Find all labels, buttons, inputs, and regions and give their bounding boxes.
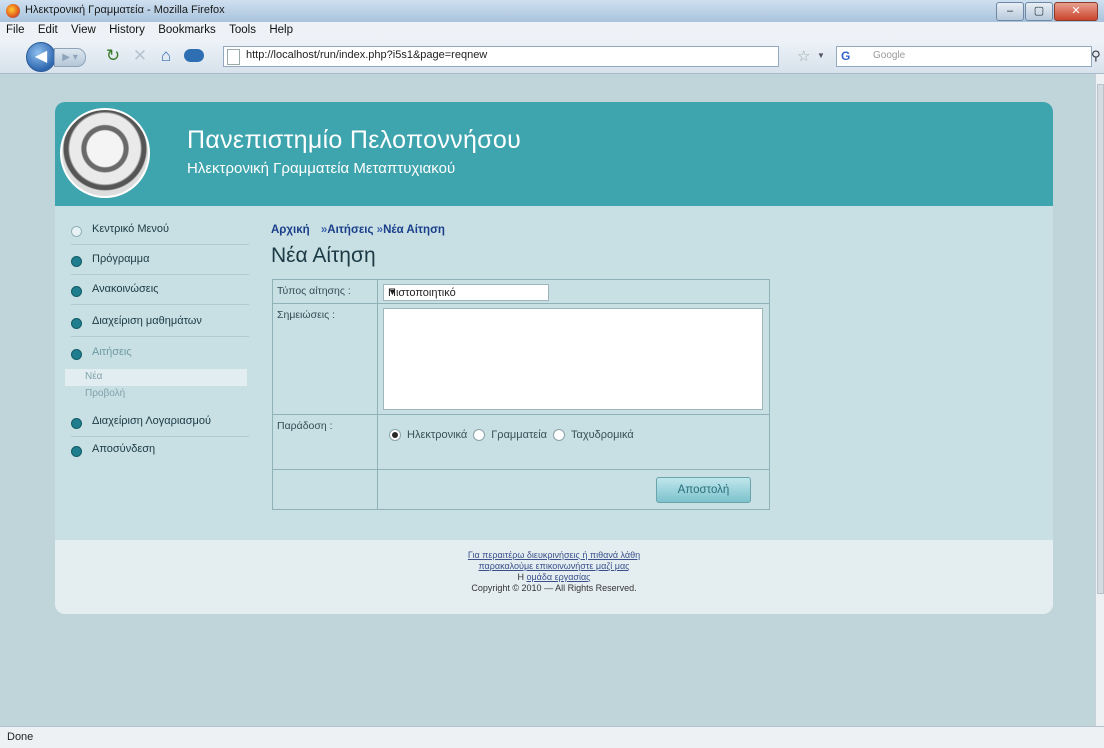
request-form: Τύπος αίτησης : Πιστοποιητικό ▼ Σημειώσε… — [272, 279, 770, 510]
search-placeholder: Google — [873, 50, 906, 61]
breadcrumb-requests-link[interactable]: Αιτήσεις — [327, 224, 373, 236]
chevron-down-icon: ▼ — [388, 287, 397, 297]
scrollbar-thumb[interactable] — [1097, 84, 1104, 594]
home-icon[interactable]: ⌂ — [157, 47, 175, 65]
breadcrumb-current: Νέα Αίτηση — [383, 224, 445, 236]
footer-team-link[interactable]: ομάδα εργασίας — [526, 572, 590, 582]
delivery-radio-electronic[interactable] — [389, 429, 401, 441]
chevron-down-icon[interactable]: ▼ — [817, 51, 825, 60]
notes-label: Σημειώσεις : — [277, 309, 335, 321]
reload-icon[interactable]: ↻ — [104, 47, 122, 65]
sidebar-item-label: Αποσύνδεση — [92, 443, 156, 455]
back-button[interactable]: ◀ — [26, 42, 56, 72]
star-icon[interactable]: ☆ — [797, 49, 810, 64]
menu-edit[interactable]: Edit — [38, 22, 58, 39]
sidebar-item-schedule[interactable]: Πρόγραμμα — [71, 250, 249, 275]
bookmark-icon[interactable] — [184, 49, 204, 62]
sidebar-item-label: Διαχείριση Λογαριασμού — [92, 415, 211, 427]
delivery-label: Παράδοση : — [277, 420, 333, 432]
bullet-icon — [71, 226, 82, 237]
window-controls: – ▢ ✕ — [996, 2, 1098, 21]
menu-help[interactable]: Help — [269, 22, 293, 39]
maximize-button[interactable]: ▢ — [1025, 2, 1053, 21]
sidebar-item-announcements[interactable]: Ανακοινώσεις — [71, 280, 249, 305]
sidebar-item-account[interactable]: Διαχείριση Λογαριασμού — [71, 412, 249, 437]
bullet-icon — [71, 286, 82, 297]
footer-contact-link[interactable]: Για περαιτέρω διευκρινήσεις ή πιθανά λάθ… — [468, 550, 640, 560]
sidebar-subitem-label: Προβολή — [85, 388, 126, 399]
university-logo — [60, 108, 150, 198]
sidebar-item-label: Διαχείριση μαθημάτων — [92, 315, 202, 327]
footer-copyright: Copyright © 2010 — All Rights Reserved. — [471, 583, 637, 593]
sidebar-item-label: Κεντρικό Μενού — [92, 223, 170, 235]
menu-view[interactable]: View — [71, 22, 96, 39]
bullet-icon — [71, 418, 82, 429]
google-icon[interactable]: G — [841, 49, 850, 63]
menu-bar: File Edit View History Bookmarks Tools H… — [0, 22, 1104, 39]
bullet-icon — [71, 349, 82, 360]
delivery-option-label: Γραμματεία — [491, 429, 548, 441]
site-footer: Για περαιτέρω διευκρινήσεις ή πιθανά λάθ… — [55, 540, 1053, 614]
navigation-toolbar: ◀ ▶ ▾ ↻ ✕ ⌂ http://localhost/run/index.p… — [0, 39, 1104, 74]
table-divider — [273, 414, 769, 415]
sidebar-subitem-new[interactable]: Νέα — [65, 369, 247, 386]
delivery-option-label: Ηλεκτρονικά — [407, 429, 468, 441]
delivery-radio-secretariat[interactable] — [473, 429, 486, 441]
sidebar-subitem-label: Νέα — [85, 371, 103, 382]
sidebar-menu: Κεντρικό Μενού Πρόγραμμα Ανακοινώσεις Δι… — [55, 206, 255, 518]
sidebar-item-courses[interactable]: Διαχείριση μαθημάτων — [71, 312, 249, 337]
submit-button[interactable]: Αποστολή — [656, 477, 751, 503]
request-type-select[interactable]: Πιστοποιητικό ▼ — [383, 284, 549, 301]
search-input[interactable]: G Google — [836, 46, 1092, 67]
site-container: Πανεπιστημίο Πελοποννήσου Ηλεκτρονική Γρ… — [55, 102, 1053, 614]
sidebar-item-main-menu[interactable]: Κεντρικό Μενού — [71, 220, 249, 245]
menu-history[interactable]: History — [109, 22, 145, 39]
sidebar-item-label: Πρόγραμμα — [92, 253, 150, 265]
close-button[interactable]: ✕ — [1054, 2, 1098, 21]
table-divider — [377, 280, 378, 509]
menu-bookmarks[interactable]: Bookmarks — [158, 22, 216, 39]
bullet-icon — [71, 256, 82, 267]
delivery-options: Ηλεκτρονικά Γραμματεία Ταχυδρομικά — [383, 429, 634, 441]
minimize-button[interactable]: – — [996, 2, 1024, 21]
delivery-option-label: Ταχυδρομικά — [571, 429, 634, 441]
site-header: Πανεπιστημίο Πελοποννήσου Ηλεκτρονική Γρ… — [55, 102, 1053, 206]
bullet-icon — [71, 446, 82, 457]
sidebar-item-requests[interactable]: Αιτήσεις — [71, 343, 249, 367]
notes-textarea[interactable] — [383, 308, 763, 410]
sidebar-item-label: Αιτήσεις — [92, 346, 132, 358]
page-viewport: Πανεπιστημίο Πελοποννήσου Ηλεκτρονική Γρ… — [0, 74, 1095, 726]
request-type-label: Τύπος αίτησης : — [277, 285, 351, 297]
status-bar: Done — [0, 726, 1104, 748]
breadcrumb-home-link[interactable]: Αρχική — [271, 224, 310, 236]
site-subtitle: Ηλεκτρονική Γραμματεία Μεταπτυχιακού — [187, 160, 456, 177]
delivery-radio-post[interactable] — [553, 429, 566, 441]
stop-icon[interactable]: ✕ — [131, 47, 149, 65]
sidebar-subitem-view[interactable]: Προβολή — [65, 386, 247, 403]
vertical-scrollbar[interactable] — [1095, 74, 1104, 726]
firefox-icon — [6, 4, 20, 18]
table-divider — [273, 469, 769, 470]
window-title: Ηλεκτρονική Γραμματεία - Mozilla Firefox — [25, 4, 225, 16]
address-bar[interactable]: http://localhost/run/index.php?i5s1&page… — [223, 46, 779, 67]
page-title: Νέα Αίτηση — [271, 244, 376, 267]
breadcrumb: Αρχική »Αιτήσεις »Νέα Αίτηση — [271, 224, 445, 236]
sidebar-item-label: Ανακοινώσεις — [92, 283, 159, 295]
main-content: Αρχική »Αιτήσεις »Νέα Αίτηση Νέα Αίτηση … — [255, 206, 1053, 518]
menu-file[interactable]: File — [6, 22, 25, 39]
window-titlebar: Ηλεκτρονική Γραμματεία - Mozilla Firefox… — [0, 0, 1104, 23]
site-title: Πανεπιστημίο Πελοποννήσου — [187, 126, 522, 154]
sidebar-item-logout[interactable]: Αποσύνδεση — [71, 440, 249, 464]
url-text: http://localhost/run/index.php?i5s1&page… — [246, 49, 488, 61]
page-icon — [227, 49, 240, 65]
table-divider — [273, 303, 769, 304]
forward-button[interactable]: ▶ ▾ — [54, 48, 86, 67]
bullet-icon — [71, 318, 82, 329]
search-icon[interactable]: ⚲ — [1091, 49, 1101, 62]
status-text: Done — [7, 731, 34, 743]
footer-contact-link-2[interactable]: παρακαλούμε επικοινωνήστε μαζί μας — [478, 561, 629, 571]
menu-tools[interactable]: Tools — [229, 22, 256, 39]
